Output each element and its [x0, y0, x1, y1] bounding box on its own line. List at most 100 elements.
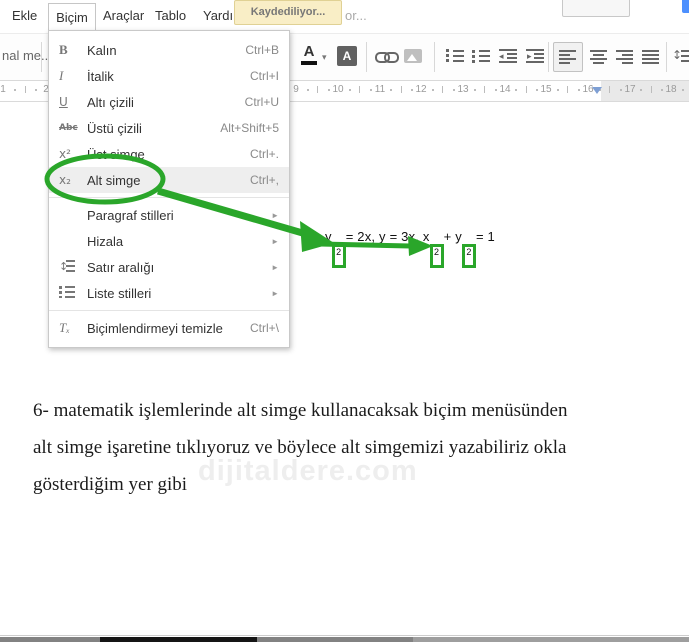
menu-item-ustu-cizili[interactable]: Abc Üstü çizili Alt+Shift+5 — [49, 115, 289, 141]
align-left-button[interactable] — [553, 42, 583, 72]
equation-part: = 1 — [475, 229, 495, 244]
menu-item-label: Üstü çizili — [87, 120, 142, 136]
clear-formatting-icon: Tₓ — [59, 320, 70, 335]
line-spacing-button[interactable]: ↕ — [672, 48, 689, 63]
ruler-tick — [515, 89, 518, 91]
equation-part: y — [325, 229, 332, 244]
underline-icon: U — [59, 95, 68, 109]
justify-button[interactable] — [642, 50, 659, 64]
menu-item-label: İtalik — [87, 68, 114, 84]
ruler-number: 10 — [332, 84, 344, 95]
menu-separator — [49, 310, 289, 311]
menu-item-ust-simge[interactable]: x² Üst simge Ctrl+. — [49, 141, 289, 167]
menu-item-alti-cizili[interactable]: U Altı çizili Ctrl+U — [49, 89, 289, 115]
ruler-number: 11 — [374, 84, 386, 95]
indent-arrow-icon: ▸ — [527, 51, 532, 61]
superscript-icon: x² — [59, 147, 71, 161]
menu-item-label: Satır aralığı — [87, 259, 155, 275]
toolbar-separator — [666, 42, 667, 72]
comments-button[interactable] — [562, 0, 630, 17]
ruler-tick — [494, 89, 497, 91]
menu-item-hizala[interactable]: Hizala ► — [49, 228, 289, 254]
ruler-tick — [317, 86, 318, 93]
subscript-icon: x₂ — [59, 173, 71, 187]
menu-item-shortcut: Alt+Shift+5 — [220, 121, 279, 135]
menu-item-label: Kalın — [87, 42, 117, 58]
ruler-tick — [650, 86, 652, 93]
menu-item-satir-araligi[interactable]: ↕ Satır aralığı ► — [49, 254, 289, 280]
insert-image-button[interactable] — [404, 49, 422, 63]
paragraph-line: gösterdiğim yer gibi — [33, 474, 188, 495]
window-bottom-border — [0, 635, 689, 636]
paragraph-line: 6- matematik işlemlerinde alt simge kull… — [33, 400, 568, 421]
increase-indent-button[interactable]: ▸ — [526, 49, 544, 63]
align-right-button[interactable] — [616, 50, 633, 64]
menu-item-shortcut: Ctrl+, — [249, 173, 279, 187]
menu-item-kalin[interactable]: B Kalın Ctrl+B — [49, 37, 289, 63]
align-left-icon — [559, 50, 576, 64]
decrease-indent-button[interactable]: ◂ — [499, 49, 517, 63]
ruler-tick — [484, 86, 485, 93]
menu-item-alt-simge[interactable]: x₂ Alt simge Ctrl+, — [49, 167, 289, 193]
menu-separator — [49, 197, 289, 198]
format-menu-dropdown: B Kalın Ctrl+B I İtalik Ctrl+I U Altı çi… — [48, 30, 290, 348]
list-styles-icon — [59, 285, 87, 301]
ruler-tick — [400, 86, 402, 93]
ruler-number: 1 — [0, 84, 6, 95]
ruler-tick — [348, 89, 351, 91]
bulleted-list-button[interactable] — [472, 49, 490, 63]
menu-item-shortcut: Ctrl+\ — [249, 321, 279, 335]
ruler-tick — [577, 89, 580, 91]
menu-item-italik[interactable]: I İtalik Ctrl+I — [49, 63, 289, 89]
paragraph-line: alt simge işaretine tıklıyoruz ve böylec… — [33, 437, 567, 458]
bold-icon: B — [59, 42, 68, 57]
menu-item-label: Alt simge — [87, 172, 141, 188]
toolbar-separator — [548, 42, 549, 72]
menu-bar: Ekle Araçlar Tablo Yardım Biçim Kaydedil… — [0, 0, 689, 34]
ruler-tick — [35, 89, 38, 91]
submenu-arrow-icon: ► — [271, 288, 279, 298]
vertical-arrows-icon: ↕ — [672, 48, 683, 62]
text-color-button[interactable]: A — [297, 43, 321, 69]
ruler-tick — [13, 89, 16, 91]
menu-item-shortcut: Ctrl+. — [249, 147, 279, 161]
paragraph-style-selector[interactable]: nal me... — [2, 48, 52, 63]
ruler-tick — [431, 89, 434, 91]
menu-araclar[interactable]: Araçlar — [103, 8, 144, 23]
menu-item-paragraf-stilleri[interactable]: Paragraf stilleri ► — [49, 202, 289, 228]
menu-item-label: Biçimlendirmeyi temizle — [87, 320, 223, 336]
menu-tablo[interactable]: Tablo — [155, 8, 186, 23]
ruler-number: 9 — [293, 84, 299, 95]
ruler-number: 13 — [457, 84, 469, 95]
ruler-number: 17 — [624, 84, 636, 95]
menu-item-liste-stilleri[interactable]: Liste stilleri ► — [49, 280, 289, 306]
numbered-list-button[interactable] — [446, 49, 464, 63]
ruler-tick — [410, 89, 413, 91]
ruler-tick — [369, 89, 372, 91]
highlight-color-button[interactable]: A — [337, 46, 357, 66]
equation-part: = 2x, y = 3x, x — [345, 229, 430, 244]
document-paragraph[interactable]: 6- matematik işlemlerinde alt simge kull… — [33, 392, 673, 503]
subscript-highlight-box: 2 — [461, 244, 476, 268]
horizontal-scrollbar[interactable] — [0, 637, 689, 642]
chevron-down-icon[interactable]: ▾ — [322, 52, 327, 63]
ruler-tick — [327, 89, 330, 91]
share-button[interactable] — [682, 0, 689, 13]
equation-text[interactable]: y2= 2x, y = 3x, x2+ y2= 1 — [325, 229, 495, 268]
submenu-arrow-icon: ► — [271, 262, 279, 272]
right-indent-marker[interactable] — [592, 87, 602, 94]
menu-item-label: Üst simge — [87, 146, 145, 162]
ruler-tick — [681, 89, 684, 91]
menu-bicim-label: Biçim — [56, 10, 88, 25]
align-center-button[interactable] — [590, 50, 607, 64]
ruler-tick — [452, 89, 455, 91]
submenu-arrow-icon: ► — [271, 210, 279, 220]
insert-link-button[interactable] — [375, 52, 401, 64]
saving-status-tooltip: Kaydediliyor... — [234, 0, 342, 25]
ruler-tick — [359, 86, 360, 93]
scrollbar-thumb[interactable] — [100, 637, 257, 642]
menu-item-bicimlendirmeyi-temizle[interactable]: Tₓ Biçimlendirmeyi temizle Ctrl+\ — [49, 315, 289, 341]
menu-ekle[interactable]: Ekle — [12, 8, 37, 23]
text-color-swatch — [301, 61, 317, 65]
ruler-number: 18 — [665, 84, 677, 95]
